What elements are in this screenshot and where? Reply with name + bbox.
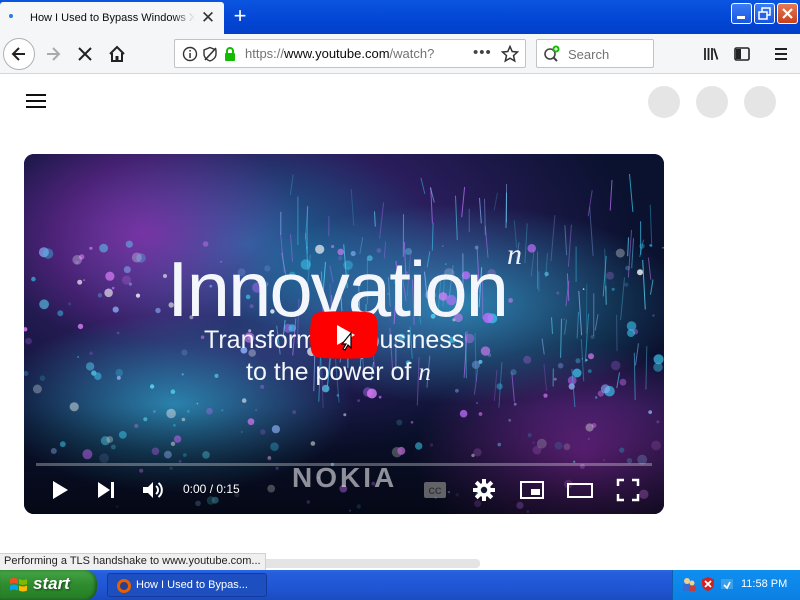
- video-player[interactable]: Innovation n Transform business to the p…: [24, 154, 664, 514]
- url-prefix: https://: [245, 46, 285, 61]
- search-placeholder: Search: [568, 47, 610, 62]
- menu-line: [26, 100, 46, 102]
- minimize-icon: [737, 16, 745, 19]
- tagline-2-italic: n: [418, 359, 431, 386]
- hamburger-menu-icon: [775, 48, 787, 60]
- tab-close-button[interactable]: ✕: [200, 9, 216, 26]
- close-icon: [782, 8, 793, 19]
- network-people-icon[interactable]: [681, 576, 697, 592]
- status-bar-text: Performing a TLS handshake to www.youtub…: [0, 553, 266, 570]
- library-button[interactable]: [695, 38, 727, 70]
- captions-icon[interactable]: CC: [422, 477, 448, 503]
- loading-placeholder: [648, 86, 680, 118]
- large-play-button[interactable]: [310, 311, 378, 359]
- svg-text:CC: CC: [429, 486, 442, 496]
- window-close-button[interactable]: [777, 3, 798, 24]
- app-menu-button[interactable]: [765, 38, 797, 70]
- restore-icon: [758, 7, 771, 20]
- web-page: Innovation n Transform business to the p…: [0, 75, 800, 570]
- thumbnail-tagline-2: to the power of n: [246, 358, 431, 387]
- guide-menu-button[interactable]: [24, 91, 48, 113]
- start-label: start: [33, 574, 70, 593]
- system-tray: 11:58 PM: [672, 570, 800, 600]
- settings-gear-icon[interactable]: [471, 477, 497, 503]
- tagline-2-text: to the power of: [246, 358, 419, 386]
- thumbnail-superscript: n: [507, 238, 522, 271]
- url-text: https://www.youtube.com/watch?: [245, 46, 445, 61]
- firefox-app-icon: [117, 579, 131, 593]
- next-video-icon[interactable]: [93, 477, 119, 503]
- home-button[interactable]: [101, 38, 133, 70]
- search-bar[interactable]: Search: [536, 39, 654, 68]
- windows-flag-icon: [10, 578, 27, 592]
- stop-x-icon: [78, 47, 92, 61]
- sidebar-toggle-button[interactable]: [726, 38, 758, 70]
- time-display: 0:00 / 0:15: [183, 482, 240, 496]
- bookmark-star-icon[interactable]: [501, 45, 519, 63]
- update-icon[interactable]: [719, 576, 735, 592]
- navigation-toolbar: https://www.youtube.com/watch? ••• Searc…: [0, 34, 800, 74]
- lock-icon[interactable]: [222, 46, 238, 62]
- library-icon: [704, 48, 719, 60]
- back-button[interactable]: [3, 38, 35, 70]
- arrow-right-icon: [47, 47, 61, 61]
- menu-line: [26, 106, 46, 108]
- page-actions-button[interactable]: •••: [473, 44, 492, 61]
- play-icon[interactable]: [46, 477, 72, 503]
- miniplayer-icon[interactable]: [519, 477, 545, 503]
- window-minimize-button[interactable]: [731, 3, 752, 24]
- start-button[interactable]: start: [0, 570, 97, 600]
- taskbar-window-label: How I Used to Bypas...: [136, 579, 248, 591]
- fullscreen-icon[interactable]: [615, 477, 641, 503]
- arrow-left-icon: [11, 47, 25, 61]
- volume-icon[interactable]: [140, 477, 166, 503]
- new-tab-button[interactable]: +: [228, 5, 252, 29]
- menu-line: [26, 94, 46, 96]
- url-path: /watch?: [389, 46, 435, 61]
- loading-placeholder: [696, 86, 728, 118]
- browser-title-bar: How I Used to Bypass Windows XP ✕ +: [0, 0, 800, 34]
- tracking-shield-icon[interactable]: [202, 46, 218, 62]
- brand-logo-watermark: NOKIA: [292, 462, 398, 493]
- progress-bar[interactable]: [36, 463, 652, 466]
- info-icon[interactable]: [182, 46, 198, 62]
- url-host: www.youtube.com: [284, 46, 390, 61]
- stop-loading-button[interactable]: [69, 38, 101, 70]
- clock: 11:58 PM: [741, 578, 788, 590]
- forward-button[interactable]: [37, 38, 69, 70]
- loading-placeholder: [744, 86, 776, 118]
- theater-mode-icon[interactable]: [567, 477, 593, 503]
- horizontal-scrollbar[interactable]: [250, 559, 480, 568]
- url-bar[interactable]: https://www.youtube.com/watch? •••: [174, 39, 526, 68]
- browser-tab[interactable]: How I Used to Bypass Windows XP ✕: [0, 2, 224, 34]
- taskbar-window-button[interactable]: How I Used to Bypas...: [107, 573, 267, 597]
- window-restore-button[interactable]: [754, 3, 775, 24]
- search-engine-icon[interactable]: [543, 45, 563, 63]
- tab-title: How I Used to Bypass Windows XP: [30, 12, 195, 24]
- sidebar-icon: [734, 47, 750, 61]
- loading-dot-icon: [9, 14, 13, 18]
- taskbar: start How I Used to Bypas... 11:58 PM: [0, 570, 800, 600]
- home-icon: [109, 45, 125, 62]
- security-shield-icon[interactable]: [700, 576, 716, 592]
